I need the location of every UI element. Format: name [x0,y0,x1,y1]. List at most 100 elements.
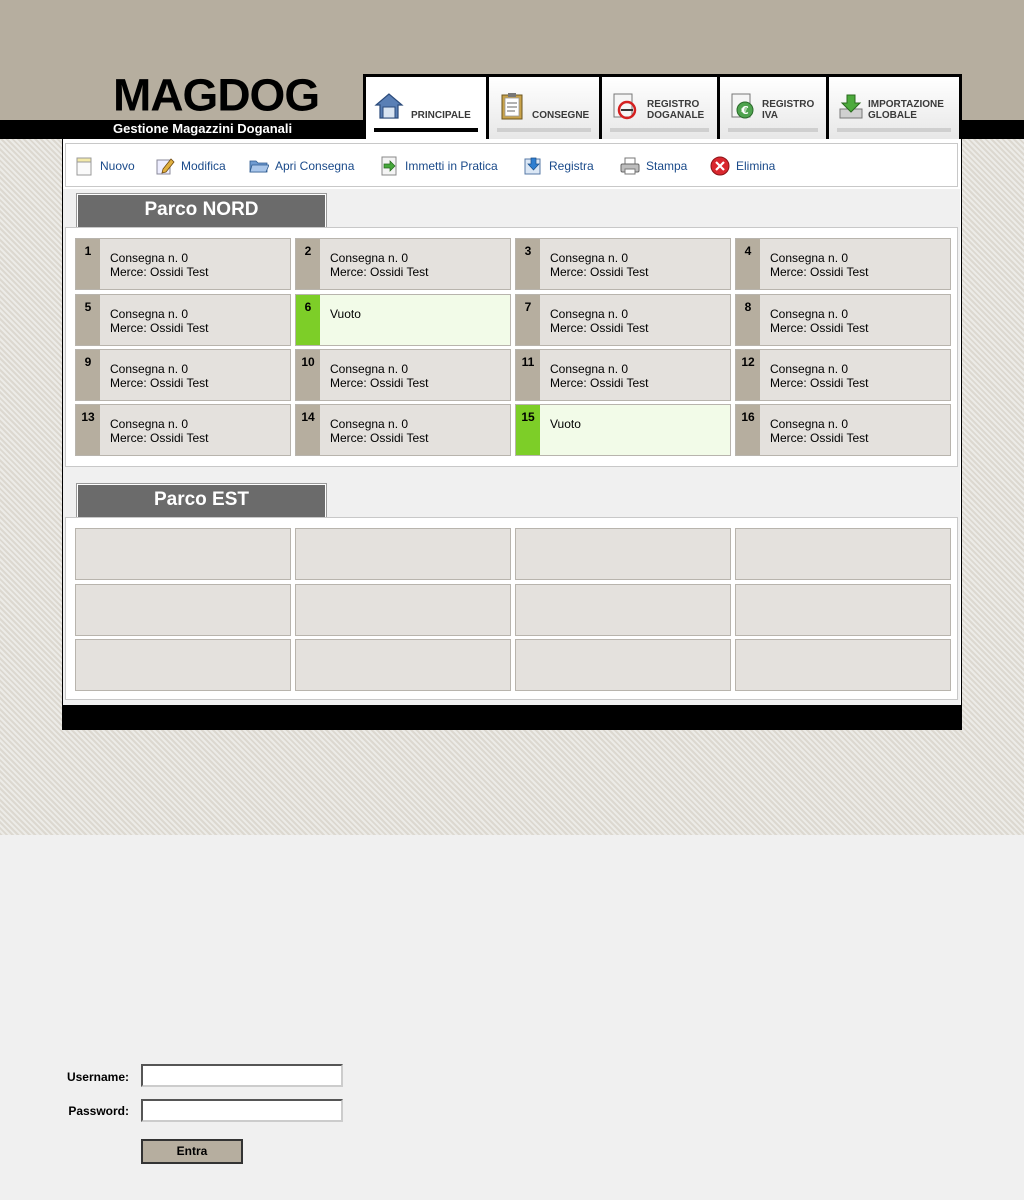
delete-icon [710,156,730,176]
storage-slot[interactable]: 4 Consegna n. 0 Merce: Ossidi Test [735,238,951,290]
toolbar-label: Immetti in Pratica [405,159,498,173]
password-label: Password: [68,1104,129,1118]
immetti-in-pratica-button[interactable]: Immetti in Pratica [379,144,498,188]
storage-slot-empty[interactable] [735,584,951,636]
slot-goods: Merce: Ossidi Test [110,376,209,390]
tab-consegne[interactable]: CONSEGNE [489,77,599,142]
edit-icon [156,158,175,175]
storage-slot[interactable]: 10 Consegna n. 0 Merce: Ossidi Test [295,349,511,401]
slot-delivery: Consegna n. 0 [330,417,409,431]
slot-number: 7 [524,300,532,314]
toolbar-label: Modifica [181,159,226,173]
storage-slot[interactable]: 5 Consegna n. 0 Merce: Ossidi Test [75,294,291,346]
apri-consegna-button[interactable]: Apri Consegna [249,144,354,188]
toolbar: Nuovo Modifica Apri Consegna Immetti in … [65,143,958,187]
storage-slot[interactable]: 13 Consegna n. 0 Merce: Ossidi Test [75,404,291,456]
storage-slot-empty[interactable] [75,584,291,636]
storage-slot[interactable]: 14 Consegna n. 0 Merce: Ossidi Test [295,404,511,456]
username-field[interactable] [141,1064,343,1087]
storage-slot[interactable]: 6 Vuoto [295,294,511,346]
storage-slot[interactable]: 8 Consegna n. 0 Merce: Ossidi Test [735,294,951,346]
storage-slot-empty[interactable] [295,528,511,580]
slot-delivery: Consegna n. 0 [110,307,189,321]
tab-underline [728,128,818,132]
storage-slot[interactable]: 2 Consegna n. 0 Merce: Ossidi Test [295,238,511,290]
slot-number: 4 [744,244,752,258]
toolbar-label: Elimina [736,159,776,173]
slot-delivery: Consegna n. 0 [110,417,189,431]
tab-registro-iva[interactable]: € REGISTRO IVA [720,77,826,142]
slot-delivery: Vuoto [550,417,581,431]
storage-slot-empty[interactable] [75,528,291,580]
tab-registro-doganale[interactable]: REGISTRO DOGANALE [602,77,717,142]
storage-slot-empty[interactable] [295,584,511,636]
slot-number: 8 [744,300,752,314]
stampa-button[interactable]: Stampa [620,144,687,188]
slot-number: 3 [524,244,532,258]
euro-icon: € [731,93,754,119]
slot-goods: Merce: Ossidi Test [330,265,429,279]
slot-number: 9 [84,355,92,369]
storage-slot-empty[interactable] [735,528,951,580]
storage-slot[interactable]: 9 Consegna n. 0 Merce: Ossidi Test [75,349,291,401]
slot-goods: Merce: Ossidi Test [550,321,649,335]
tab-principale[interactable]: PRINCIPALE [366,77,486,142]
tab-underline [497,128,591,132]
logo-title: MAGDOG [113,69,320,121]
nuovo-button[interactable]: Nuovo [74,144,135,188]
folder-open-icon [249,160,269,173]
slot-delivery: Consegna n. 0 [770,307,849,321]
stamp-icon [613,93,637,120]
slot-number: 10 [301,355,315,369]
storage-slot[interactable]: 7 Consegna n. 0 Merce: Ossidi Test [515,294,731,346]
slot-delivery: Consegna n. 0 [550,307,629,321]
elimina-button[interactable]: Elimina [710,144,775,188]
slot-goods: Merce: Ossidi Test [330,376,429,390]
slot-number: 11 [521,355,535,369]
tab-label: REGISTRO IVA [762,99,815,121]
storage-slot-empty[interactable] [75,639,291,691]
tab-importazione-globale[interactable]: IMPORTAZIONE GLOBALE [829,77,959,142]
storage-slot[interactable]: 11 Consegna n. 0 Merce: Ossidi Test [515,349,731,401]
import-icon [381,156,397,176]
footer-bar [62,705,962,730]
password-field[interactable] [141,1099,343,1122]
registra-button[interactable]: Registra [523,144,594,188]
tab-underline [837,128,951,132]
tab-label: CONSEGNE [532,110,590,121]
slot-delivery: Consegna n. 0 [550,251,629,265]
toolbar-label: Stampa [646,159,688,173]
storage-slot[interactable]: 3 Consegna n. 0 Merce: Ossidi Test [515,238,731,290]
login-button[interactable]: Entra [141,1139,243,1164]
park-header-nord: Parco NORD [76,193,327,229]
slot-number: 1 [84,244,92,258]
storage-slot-empty[interactable] [295,639,511,691]
slot-delivery: Consegna n. 0 [110,251,189,265]
storage-slot[interactable]: 16 Consegna n. 0 Merce: Ossidi Test [735,404,951,456]
storage-slot-empty[interactable] [515,584,731,636]
main-tabs: PRINCIPALE CONSEGNE REGISTRO DOGANALE € … [363,74,962,142]
storage-slot-empty[interactable] [515,639,731,691]
slot-number: 5 [84,300,92,314]
tab-label: PRINCIPALE [411,110,471,121]
slot-number: 12 [741,355,755,369]
svg-text:€: € [740,104,749,117]
slot-goods: Merce: Ossidi Test [770,431,869,445]
slot-number: 16 [741,410,755,424]
storage-slot-empty[interactable] [515,528,731,580]
modifica-button[interactable]: Modifica [155,144,226,188]
toolbar-label: Nuovo [100,159,135,173]
register-icon [524,157,541,175]
slot-goods: Merce: Ossidi Test [110,431,209,445]
logo-subtitle: Gestione Magazzini Doganali [113,121,293,136]
slot-delivery: Consegna n. 0 [110,362,189,376]
storage-slot[interactable]: 12 Consegna n. 0 Merce: Ossidi Test [735,349,951,401]
slot-goods: Merce: Ossidi Test [110,265,209,279]
new-document-icon [76,157,92,176]
storage-slot-empty[interactable] [735,639,951,691]
tab-label: REGISTRO DOGANALE [647,99,705,121]
slot-goods: Merce: Ossidi Test [550,376,649,390]
storage-slot[interactable]: 1 Consegna n. 0 Merce: Ossidi Test [75,238,291,290]
slot-goods: Merce: Ossidi Test [330,431,429,445]
storage-slot[interactable]: 15 Vuoto [515,404,731,456]
